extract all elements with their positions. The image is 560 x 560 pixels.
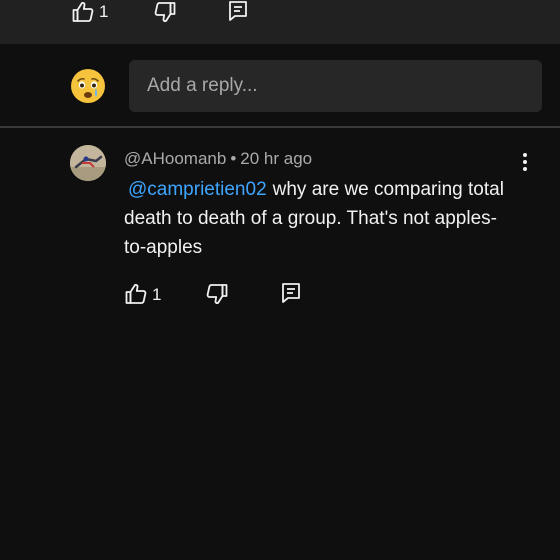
thumbs-down-icon[interactable]: [205, 282, 229, 306]
previous-comment-actions: 1: [0, 0, 560, 44]
meta-separator: •: [230, 149, 237, 168]
like-count: 1: [99, 2, 109, 21]
thumbs-up-icon[interactable]: [124, 282, 148, 306]
comment-time[interactable]: 20 hr ago: [240, 149, 312, 168]
comment-body: @camprietien02 why are we comparing total…: [124, 175, 519, 262]
comment-meta: @AHoomanb • 20 hr ago: [124, 149, 312, 169]
avatar-emoji-icon: [71, 69, 105, 103]
thumbs-up-icon[interactable]: [71, 0, 95, 24]
avatar[interactable]: [70, 145, 106, 181]
comment-author[interactable]: @AHoomanb: [124, 149, 226, 168]
divider: [0, 126, 560, 128]
more-vertical-icon[interactable]: [514, 150, 536, 174]
like-count: 1: [152, 285, 162, 304]
reply-input[interactable]: [129, 60, 542, 112]
thumbs-down-icon[interactable]: [153, 0, 177, 24]
mention-link[interactable]: @camprietien02: [128, 179, 267, 200]
reply-comment-icon[interactable]: [226, 0, 250, 23]
reply-comment-icon[interactable]: [279, 281, 303, 305]
